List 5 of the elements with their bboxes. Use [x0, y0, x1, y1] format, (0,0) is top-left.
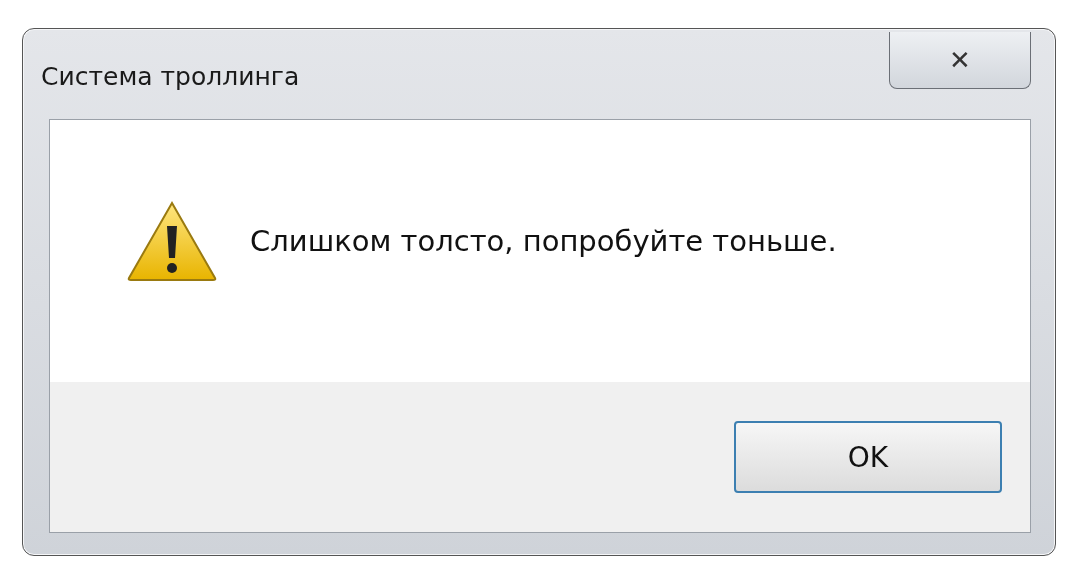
close-button[interactable]: ✕	[889, 32, 1031, 89]
message-text: Слишком толсто, попробуйте тоньше.	[250, 224, 837, 258]
ok-button[interactable]: OK	[734, 421, 1002, 493]
warning-icon	[126, 200, 218, 282]
window-title: Система троллинга	[41, 62, 300, 91]
